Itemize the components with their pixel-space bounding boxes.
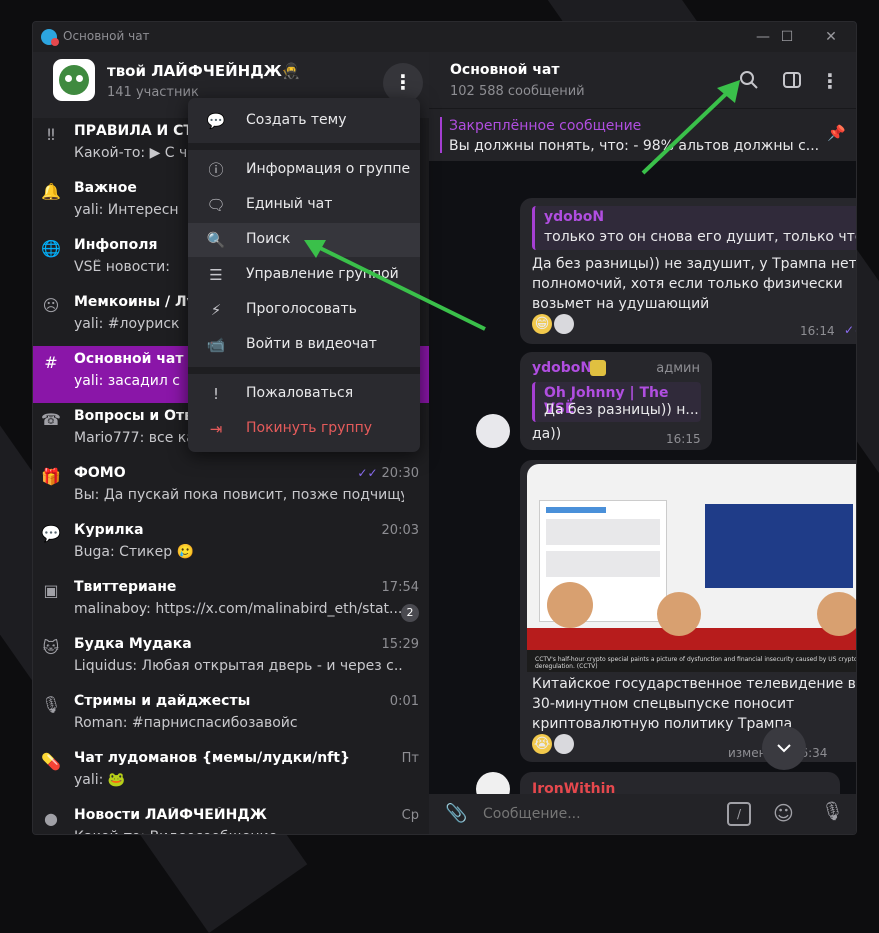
annotation-arrows: [304, 80, 740, 331]
